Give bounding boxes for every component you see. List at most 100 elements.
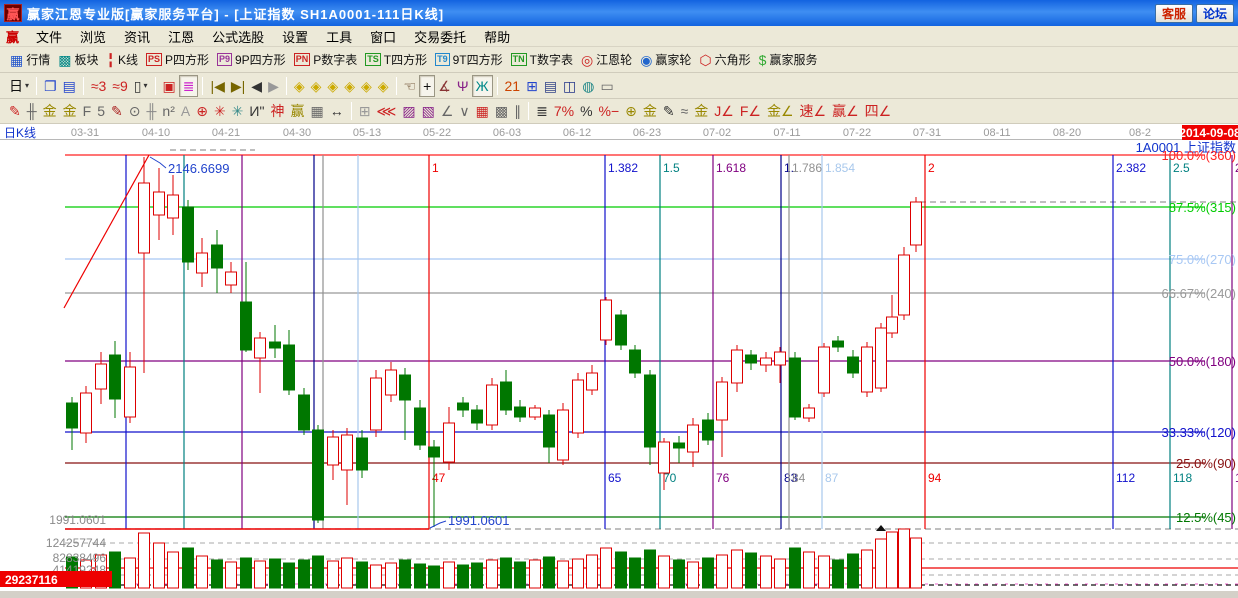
pen-tool[interactable]: ✎ [6,100,24,122]
brain-tool-button[interactable]: Ж [472,75,493,97]
menu-item-9[interactable]: 交易委托 [405,25,475,48]
ying-angle-tool[interactable]: 赢∠ [829,100,862,122]
gann-diamond-both-button[interactable]: ◈ [324,75,341,97]
title-bar[interactable]: 赢 赢家江恩专业版[赢家服务平台] - [上证指数 SH1A0001-111日K… [0,0,1238,26]
network-button[interactable]: ◍ [579,75,597,97]
t-table-button[interactable]: TNT数字表 [507,49,577,71]
menu-item-3[interactable]: 资讯 [115,25,159,48]
fan-purple-tool[interactable]: ▨ [399,100,418,122]
n2-tool[interactable]: n² [159,100,177,122]
t-square-button[interactable]: TST四方形 [361,49,431,71]
percent7-tool[interactable]: 7% [551,100,577,122]
speed-angle-tool[interactable]: 速∠ [797,100,830,122]
chart-area[interactable]: 03-3104-1004-2104-3005-1305-2206-0306-12… [0,124,1238,590]
menu-item-10[interactable]: 帮助 [475,25,519,48]
p-square-button[interactable]: PSP四方形 [142,49,213,71]
f-angle-tool[interactable]: F∠ [737,100,764,122]
kline-settings-button[interactable]: ▣ [160,75,179,97]
menu-item-4[interactable]: 江恩 [159,25,203,48]
brush-tool[interactable]: ✎ [660,100,678,122]
ruler-tool[interactable]: ╫ [24,100,40,122]
menu-item-1[interactable]: 文件 [27,25,71,48]
star-grid-tool[interactable]: ✳ [211,100,229,122]
crosshair-button[interactable]: + [419,75,435,97]
grid-red-tool[interactable]: ▦ [473,100,492,122]
gold-ruler-tool[interactable]: 金 [40,100,60,122]
ladder-tool[interactable]: ≣ [533,100,551,122]
grid-dark-tool[interactable]: ▩ [492,100,511,122]
gann-diamond-left-button[interactable]: ◈ [291,75,308,97]
f-ruler-tool[interactable]: F [80,100,95,122]
gann-diamond-x-button[interactable]: ◈ [341,75,358,97]
hexagon-button[interactable]: ⬡六角形 [695,49,754,71]
9p-square-button[interactable]: P99P四方形 [213,49,290,71]
circle-cross-tool[interactable]: ⊕ [193,100,211,122]
next-button[interactable]: ▶ [265,75,282,97]
square-star-tool[interactable]: ✳ [229,100,247,122]
angle-line-tool[interactable]: ∠ [438,100,457,122]
gold-angle-tool[interactable]: 金∠ [764,100,797,122]
candle-style-button-dropdown-icon[interactable]: ▾ [144,81,148,90]
winner-wheel-button[interactable]: ◉赢家轮 [636,49,695,71]
period-daily-button[interactable]: 日▾ [6,75,32,97]
menu-item-8[interactable]: 窗口 [361,25,405,48]
calendar-button[interactable]: 21 [502,75,524,97]
width-tool[interactable]: ↔ [327,100,347,122]
notes-button[interactable]: ▤ [541,75,560,97]
calculator-button[interactable]: ⊞ [523,75,541,97]
gold-line-tool[interactable]: 金 [640,100,660,122]
ying-ruler-tool[interactable]: 赢 [287,100,307,122]
magic-tool-button[interactable]: Ψ [454,75,472,97]
customer-service-button[interactable]: 客服 [1155,4,1193,23]
sectors-button[interactable]: ▩板块 [54,49,102,71]
kline-chart-svg[interactable]: 03-3104-1004-2104-3005-1305-2206-0306-12… [0,124,1238,590]
prev-button[interactable]: ◀ [248,75,265,97]
candle-style-button[interactable]: ▯▾ [131,75,151,97]
percent-tool[interactable]: % [577,100,595,122]
menu-item-7[interactable]: 工具 [317,25,361,48]
v-line-tool[interactable]: ∨ [456,100,472,122]
menu-item-2[interactable]: 浏览 [71,25,115,48]
fan-red-tool[interactable]: ⋘ [373,100,399,122]
four-angle-tool[interactable]: 四∠ [862,100,895,122]
period-daily-button-dropdown-icon[interactable]: ▾ [25,81,29,90]
compass-tool[interactable]: ⊙ [126,100,144,122]
menu-item-6[interactable]: 设置 [273,25,317,48]
forum-button[interactable]: 论坛 [1196,4,1234,23]
shen-ruler-tool[interactable]: 神 [267,100,287,122]
quotes-button[interactable]: ▦行情 [6,49,54,71]
fan-box-tool[interactable]: ▧ [419,100,438,122]
gann-wheel-button[interactable]: ◎江恩轮 [577,49,636,71]
report-list-button[interactable]: ▤ [60,75,79,97]
kline-button[interactable]: ╏K线 [103,49,142,71]
save-button[interactable]: ◫ [560,75,579,97]
gann-diamond-right-button[interactable]: ◈ [308,75,325,97]
k-wave-tool[interactable]: И" [246,100,267,122]
last-page-button[interactable]: ▶| [228,75,248,97]
pen2-tool[interactable]: ✎ [108,100,126,122]
first-page-button[interactable]: |◀ [207,75,227,97]
multi-window-button[interactable]: ❐ [41,75,60,97]
gann-diamond-plus-button[interactable]: ◈ [375,75,392,97]
ma9-button[interactable]: ≈9 [109,75,130,97]
hand-drag-button[interactable]: ☜ [401,75,420,97]
a-ruler-tool[interactable]: A [178,100,193,122]
menu-item-5[interactable]: 公式选股 [203,25,273,48]
9t-square-button[interactable]: T99T四方形 [431,49,507,71]
gold-ruler2-tool[interactable]: 金 [60,100,80,122]
ruler2-tool[interactable]: ╫ [143,100,159,122]
volume-hist-button[interactable]: ≣ [179,75,199,97]
p-table-button[interactable]: PNP数字表 [290,49,362,71]
gann-diamond-star-button[interactable]: ◈ [358,75,375,97]
measure-button[interactable]: ∡ [435,75,454,97]
winner-service-button[interactable]: $赢家服务 [755,49,822,71]
ma3-button[interactable]: ≈3 [88,75,109,97]
printer-button[interactable]: ▭ [598,75,617,97]
box-frame-tool[interactable]: ⊞ [356,100,374,122]
five-ruler-tool[interactable]: 5 [94,100,108,122]
wave-tool[interactable]: ≈ [678,100,692,122]
j-angle-tool[interactable]: J∠ [711,100,737,122]
percent-line-tool[interactable]: %− [596,100,623,122]
gold2-tool[interactable]: 金 [691,100,711,122]
slash-lines-tool[interactable]: ∥ [511,100,524,122]
